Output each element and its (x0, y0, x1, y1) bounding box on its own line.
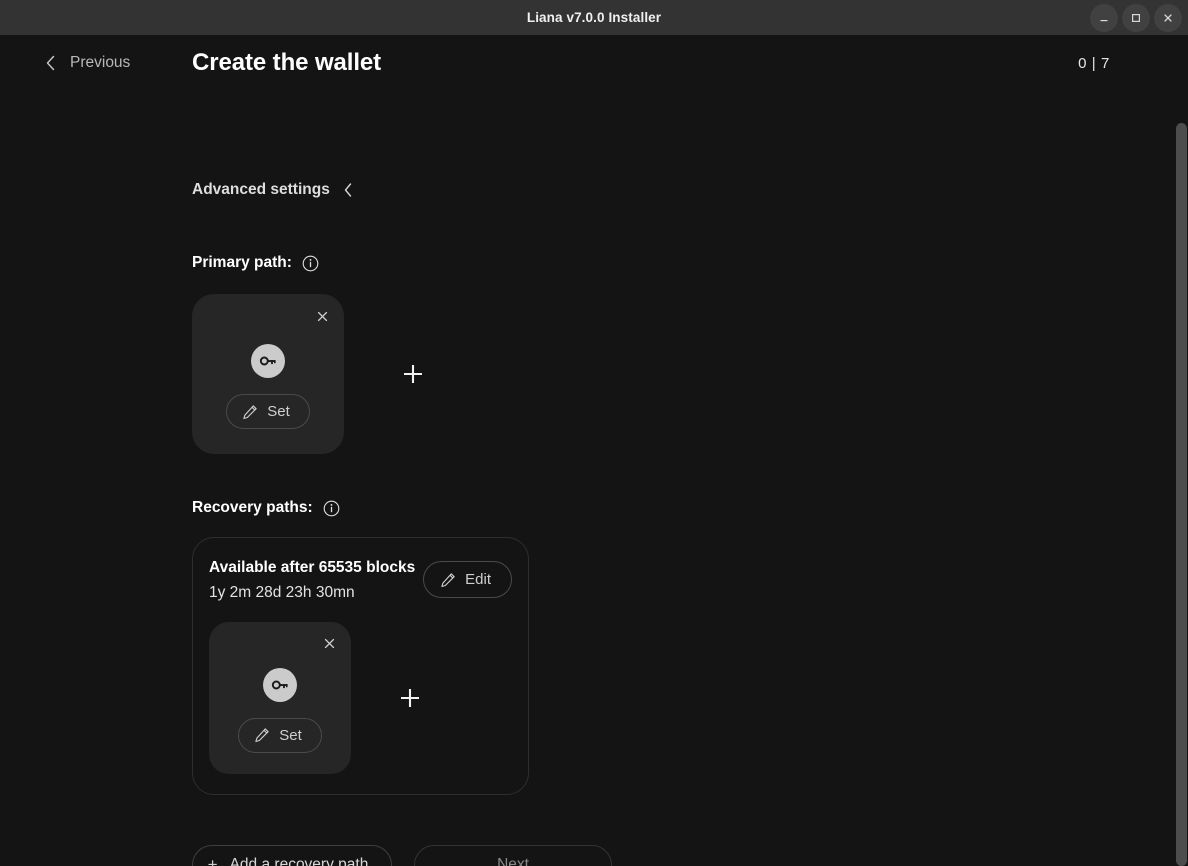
scrollbar-thumb[interactable] (1176, 123, 1187, 866)
key-icon (271, 680, 288, 690)
set-key-label: Set (267, 403, 290, 420)
add-recovery-path-label: Add a recovery path (229, 855, 369, 866)
advanced-settings-label: Advanced settings (192, 181, 330, 198)
scroll-content: Advanced settings Primary path: Set Reco… (0, 91, 1174, 866)
next-button[interactable]: Next (414, 844, 612, 866)
window-titlebar: Liana v7.0.0 Installer (0, 0, 1188, 35)
remove-key-button[interactable] (313, 307, 331, 325)
key-icon (259, 356, 276, 366)
chevron-left-icon (46, 55, 55, 71)
recovery-path-info: Available after 65535 blocks 1y 2m 28d 2… (209, 558, 415, 604)
minimize-button[interactable] (1090, 3, 1118, 32)
recovery-path-duration: 1y 2m 28d 23h 30mn (209, 583, 355, 601)
window-controls (1090, 0, 1182, 35)
close-icon (1164, 13, 1172, 22)
key-card: Set (192, 294, 344, 454)
recovery-path-header: Available after 65535 blocks 1y 2m 28d 2… (209, 558, 512, 604)
plus-icon: + (207, 855, 218, 866)
info-icon[interactable] (323, 500, 340, 517)
key-card: Set (209, 621, 351, 774)
set-key-button[interactable]: Set (226, 394, 310, 429)
key-badge (251, 344, 285, 378)
minimize-icon (1100, 19, 1108, 21)
edit-recovery-path-button[interactable]: Edit (423, 561, 512, 598)
close-button[interactable] (1154, 3, 1182, 32)
previous-button[interactable]: Previous (44, 54, 130, 72)
pencil-icon (441, 572, 455, 587)
primary-path-label: Primary path: (192, 254, 292, 271)
remove-key-button[interactable] (320, 635, 338, 653)
next-label: Next (497, 855, 529, 866)
close-icon (324, 639, 334, 649)
main-content: Advanced settings Primary path: Set Reco… (0, 91, 1188, 866)
key-badge (263, 667, 297, 702)
recovery-path-title: Available after 65535 blocks (209, 559, 416, 576)
previous-label: Previous (70, 54, 131, 71)
maximize-icon (1131, 13, 1141, 22)
recovery-path-keys: Set (209, 621, 512, 774)
step-counter: 0 | 7 (1078, 54, 1110, 72)
recovery-path-card: Available after 65535 blocks 1y 2m 28d 2… (192, 537, 529, 795)
pencil-icon (255, 728, 269, 743)
pencil-icon (243, 404, 257, 419)
window-title: Liana v7.0.0 Installer (526, 10, 662, 25)
maximize-button[interactable] (1122, 3, 1150, 32)
primary-path-section-label: Primary path: (192, 254, 1174, 272)
set-key-button[interactable]: Set (238, 717, 322, 753)
chevron-left-icon (344, 183, 352, 197)
add-primary-key-button[interactable] (392, 353, 434, 395)
plus-icon (401, 688, 419, 707)
add-recovery-path-button[interactable]: + Add a recovery path (192, 844, 392, 866)
close-icon (317, 311, 327, 321)
recovery-paths-section-label: Recovery paths: (192, 499, 1174, 517)
vertical-scrollbar[interactable] (1174, 91, 1188, 866)
set-key-label: Set (279, 726, 302, 744)
info-icon[interactable] (302, 255, 319, 272)
page-header: Previous Create the wallet 0 | 7 (0, 35, 1188, 91)
page-title: Create the wallet (192, 49, 382, 76)
recovery-paths-label: Recovery paths: (192, 499, 313, 516)
primary-path-keys: Set (192, 294, 1174, 454)
add-recovery-key-button[interactable] (389, 677, 431, 719)
edit-recovery-path-label: Edit (465, 571, 491, 588)
footer-actions: + Add a recovery path Next (192, 844, 1174, 866)
plus-icon (404, 365, 422, 383)
advanced-settings-toggle[interactable]: Advanced settings (192, 181, 354, 199)
